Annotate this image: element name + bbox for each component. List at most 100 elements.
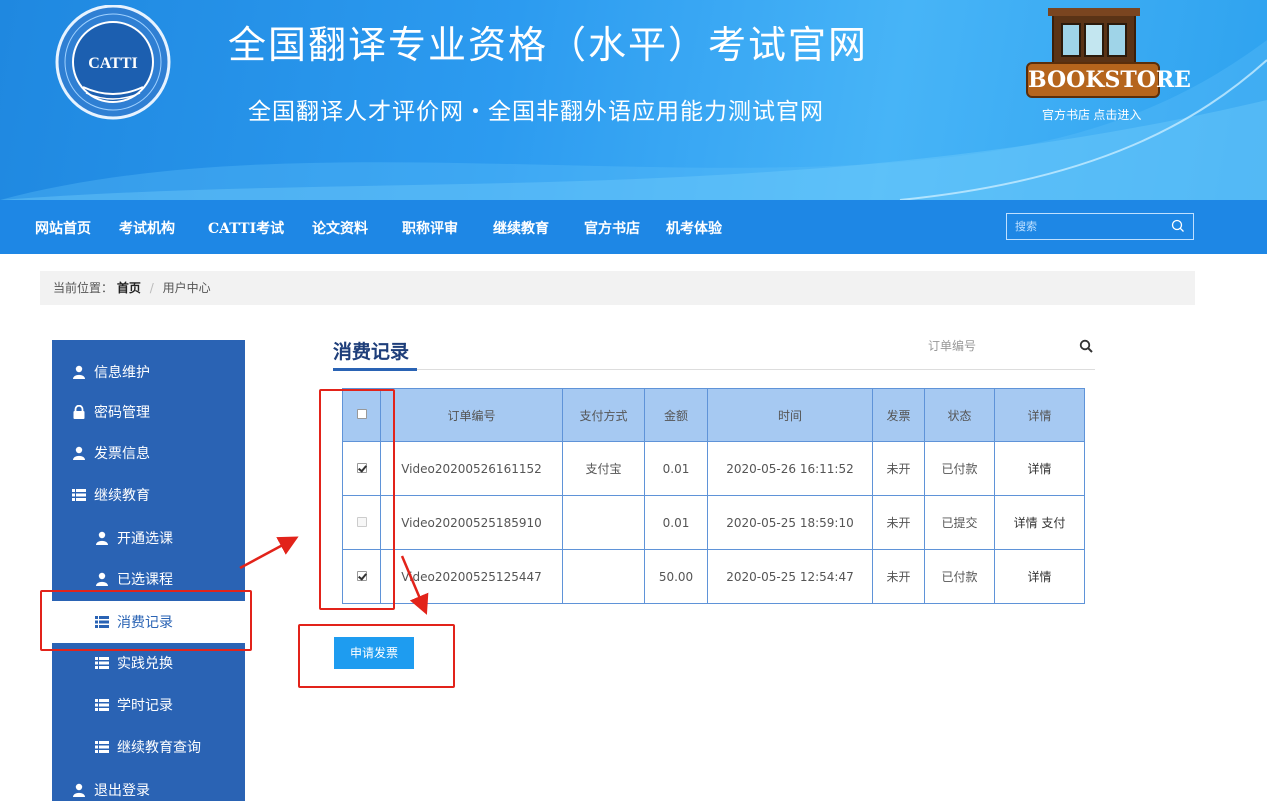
sidebar-item-open-course[interactable]: 开通选课 — [52, 518, 245, 558]
sidebar-item-label: 密码管理 — [94, 405, 150, 421]
list-icon — [72, 489, 86, 501]
annotation-box-apply-button — [298, 624, 455, 688]
site-header: CATTI 全国翻译专业资格（水平）考试官网 全国翻译人才评价网・全国非翻外语应… — [0, 0, 1267, 200]
header-invoice: 发票 — [872, 388, 925, 442]
breadcrumb-prefix: 当前位置： — [53, 281, 114, 295]
annotation-box-checkboxes — [319, 389, 395, 610]
cell-pay-method — [562, 495, 645, 550]
header-status: 状态 — [924, 388, 995, 442]
table-row: Video20200526161152 支付宝 0.01 2020-05-26 … — [342, 441, 1085, 496]
cell-detail: 详情 — [994, 549, 1085, 604]
cell-time: 2020-05-26 16:11:52 — [707, 441, 873, 496]
sidebar-item-invoice-info[interactable]: 发票信息 — [52, 433, 245, 473]
sidebar-item-continuing-education[interactable]: 继续教育 — [52, 475, 245, 515]
cell-detail: 详情 支付 — [994, 495, 1085, 550]
site-subtitle: 全国翻译人才评价网・全国非翻外语应用能力测试官网 — [248, 99, 824, 125]
nav-item-institutions[interactable]: 考试机构 — [119, 218, 175, 238]
logo-text: CATTI — [88, 55, 138, 72]
cell-amount: 0.01 — [644, 495, 708, 550]
sidebar-item-label: 已选课程 — [117, 572, 173, 588]
table-row: Video20200525125447 50.00 2020-05-25 12:… — [342, 549, 1085, 604]
nav-item-catti-exam[interactable]: CATTI考试 — [208, 218, 284, 238]
cell-time: 2020-05-25 12:54:47 — [707, 549, 873, 604]
user-icon — [73, 446, 85, 460]
list-icon — [95, 741, 109, 753]
header-order-no: 订单编号 — [380, 388, 563, 442]
user-icon — [96, 531, 108, 545]
sidebar-item-info[interactable]: 信息维护 — [52, 352, 245, 392]
breadcrumb: 当前位置： 首页 / 用户中心 — [40, 271, 1195, 305]
cell-time: 2020-05-25 18:59:10 — [707, 495, 873, 550]
sidebar-item-label: 继续教育查询 — [117, 740, 201, 756]
cell-pay-method: 支付宝 — [562, 441, 645, 496]
detail-link[interactable]: 详情 — [1014, 516, 1038, 530]
order-search-input[interactable] — [928, 339, 1058, 353]
cell-order-no: Video20200525125447 — [380, 549, 563, 604]
search-icon[interactable] — [1079, 339, 1093, 353]
cell-status: 已付款 — [924, 549, 995, 604]
sidebar-item-label: 开通选课 — [117, 531, 173, 547]
nav-item-computer-exam[interactable]: 机考体验 — [666, 218, 722, 238]
orders-table: 订单编号 支付方式 金额 时间 发票 状态 详情 Video2020052616… — [342, 388, 1085, 604]
site-search-input[interactable] — [1007, 214, 1167, 239]
user-icon — [73, 365, 85, 379]
nav-item-papers[interactable]: 论文资料 — [312, 218, 368, 238]
header-pay-method: 支付方式 — [562, 388, 645, 442]
breadcrumb-current: 用户中心 — [162, 281, 211, 295]
lock-icon — [73, 405, 85, 419]
order-search — [928, 337, 1093, 359]
catti-logo[interactable]: CATTI — [50, 5, 180, 125]
sidebar-item-label: 继续教育 — [94, 488, 150, 504]
table-header-row: 订单编号 支付方式 金额 时间 发票 状态 详情 — [342, 388, 1085, 442]
cell-status: 已付款 — [924, 441, 995, 496]
sidebar-item-study-hours[interactable]: 学时记录 — [52, 685, 245, 725]
pay-link[interactable]: 支付 — [1041, 516, 1065, 530]
bookstore-caption[interactable]: 官方书店 点击进入 — [1042, 106, 1141, 123]
bookstore-sign: BOOKSTORE — [1026, 62, 1191, 98]
cell-invoice: 未开 — [872, 495, 925, 550]
user-icon — [73, 783, 85, 797]
bookstore-link[interactable]: BOOKSTORE 官方书店 点击进入 — [1026, 6, 1191, 124]
nav-item-continuing-education[interactable]: 继续教育 — [493, 218, 549, 238]
detail-link[interactable]: 详情 — [1027, 570, 1051, 584]
cell-invoice: 未开 — [872, 549, 925, 604]
cell-amount: 0.01 — [644, 441, 708, 496]
sidebar-item-label: 学时记录 — [117, 698, 173, 714]
sidebar-item-label: 退出登录 — [94, 783, 150, 799]
header-amount: 金额 — [644, 388, 708, 442]
cell-pay-method — [562, 549, 645, 604]
title-divider — [333, 369, 1095, 370]
search-icon[interactable] — [1171, 219, 1185, 233]
sidebar-item-education-query[interactable]: 继续教育查询 — [52, 727, 245, 767]
cell-order-no: Video20200526161152 — [380, 441, 563, 496]
list-icon — [95, 699, 109, 711]
list-icon — [95, 657, 109, 669]
annotation-box-sidebar — [40, 590, 252, 651]
cell-order-no: Video20200525185910 — [380, 495, 563, 550]
breadcrumb-separator: / — [149, 281, 154, 295]
bookstore-building-icon — [1048, 8, 1140, 65]
nav-item-title-review[interactable]: 职称评审 — [402, 218, 458, 238]
detail-link[interactable]: 详情 — [1027, 462, 1051, 476]
header-time: 时间 — [707, 388, 873, 442]
user-center-sidebar: 信息维护 密码管理 发票信息 继续教育 开通选课 已选课程 消费记录 实践兑换 … — [52, 340, 245, 801]
page-title: 消费记录 — [333, 341, 410, 363]
sidebar-item-label: 信息维护 — [94, 365, 150, 381]
cell-detail: 详情 — [994, 441, 1085, 496]
title-accent-bar — [333, 368, 417, 371]
nav-item-home[interactable]: 网站首页 — [35, 218, 91, 238]
nav-item-bookstore[interactable]: 官方书店 — [584, 218, 640, 238]
cell-status: 已提交 — [924, 495, 995, 550]
sidebar-item-password[interactable]: 密码管理 — [52, 392, 245, 432]
cell-amount: 50.00 — [644, 549, 708, 604]
header-detail: 详情 — [994, 388, 1085, 442]
cell-invoice: 未开 — [872, 441, 925, 496]
sidebar-item-logout[interactable]: 退出登录 — [52, 770, 245, 801]
user-icon — [96, 572, 108, 586]
site-title: 全国翻译专业资格（水平）考试官网 — [228, 23, 869, 67]
table-row: Video20200525185910 0.01 2020-05-25 18:5… — [342, 495, 1085, 550]
main-nav: 网站首页 考试机构 CATTI考试 论文资料 职称评审 继续教育 官方书店 机考… — [0, 200, 1267, 254]
breadcrumb-home[interactable]: 首页 — [117, 281, 141, 295]
site-search — [1006, 213, 1194, 240]
sidebar-item-label: 发票信息 — [94, 446, 150, 462]
